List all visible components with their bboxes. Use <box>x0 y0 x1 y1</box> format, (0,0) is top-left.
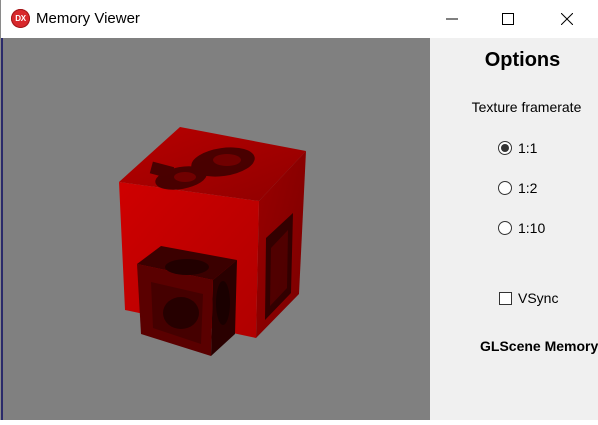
memory-viewer-window: DX Memory Viewer Options Texture framera… <box>0 0 598 420</box>
vsync-checkbox[interactable] <box>499 291 512 305</box>
dx-app-icon[interactable]: DX <box>11 9 30 28</box>
vsync-label: VSync <box>518 290 559 306</box>
maximize-icon <box>502 13 514 25</box>
radio-label: 1:2 <box>518 180 538 196</box>
radio-button[interactable] <box>498 181 512 195</box>
cube-render <box>119 127 306 356</box>
radio-label: 1:1 <box>518 140 538 156</box>
minimize-icon <box>446 18 458 20</box>
radio-framerate-1-1[interactable]: 1:1 <box>498 138 537 158</box>
close-icon <box>561 13 573 25</box>
title-bar[interactable]: DX Memory Viewer <box>1 0 598 38</box>
minimize-button[interactable] <box>429 0 475 38</box>
scene-viewport[interactable] <box>1 38 430 420</box>
options-panel: Options Texture framerate 1:1 1:2 1:10 V… <box>430 38 598 420</box>
options-title: Options <box>484 49 561 71</box>
radio-framerate-1-2[interactable]: 1:2 <box>498 178 537 198</box>
cube-front-texture <box>137 246 237 356</box>
radio-button[interactable] <box>498 221 512 235</box>
window-title: Memory Viewer <box>36 10 140 27</box>
radio-label: 1:10 <box>518 220 546 236</box>
vsync-checkbox-row[interactable]: VSync <box>499 288 558 308</box>
glscene-memory-label: GLScene Memory <box>480 338 598 354</box>
maximize-button[interactable] <box>485 0 531 38</box>
texture-framerate-label: Texture framerate <box>471 99 582 115</box>
close-button[interactable] <box>544 0 590 38</box>
radio-button[interactable] <box>498 141 512 155</box>
viewport-left-edge <box>1 38 3 420</box>
radio-framerate-1-10[interactable]: 1:10 <box>498 218 545 238</box>
